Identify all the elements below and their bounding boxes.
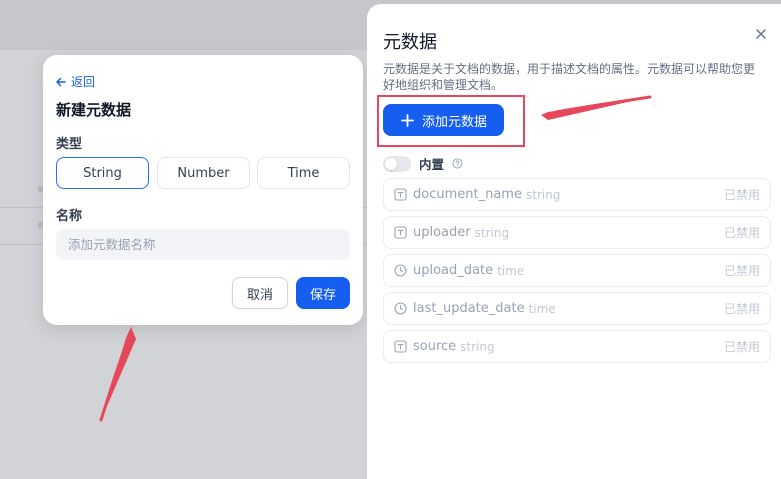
metadata-item-name: upload_date — [413, 263, 494, 278]
save-button[interactable]: 保存 — [296, 277, 350, 309]
metadata-item-type: string — [474, 225, 510, 240]
metadata-item-status: 已禁用 — [723, 188, 760, 202]
arrow-left-icon — [56, 77, 66, 86]
metadata-item-source[interactable]: source string 已禁用 — [383, 330, 771, 363]
metadata-item-name: last_update_date — [413, 301, 525, 316]
panel-description: 元数据是关于文档的数据，用于描述文档的属性。元数据可以帮助您更好地组织和管理文档… — [383, 62, 756, 92]
string-type-icon — [394, 340, 407, 353]
type-option-number[interactable]: Number — [157, 157, 250, 189]
type-option-string[interactable]: String — [56, 157, 149, 189]
metadata-item-type: string — [525, 187, 561, 202]
metadata-name-input[interactable] — [56, 229, 350, 260]
metadata-item-name: source — [413, 339, 457, 354]
metadata-item-upload-date[interactable]: upload_date time 已禁用 — [383, 254, 771, 287]
back-button[interactable]: 返回 — [55, 73, 95, 90]
metadata-item-status: 已禁用 — [723, 226, 760, 240]
metadata-panel: 元数据 元数据是关于文档的数据，用于描述文档的属性。元数据可以帮助您更好地组织和… — [367, 4, 781, 479]
metadata-item-name: uploader — [413, 225, 471, 240]
metadata-item-last-update-date[interactable]: last_update_date time 已禁用 — [383, 292, 771, 325]
metadata-item-status: 已禁用 — [723, 302, 760, 316]
builtin-toggle[interactable] — [383, 155, 411, 172]
new-metadata-modal: 返回 新建元数据 类型 String Number Time 名称 取消 保存 — [43, 55, 363, 325]
close-icon[interactable] — [753, 26, 769, 42]
type-option-time[interactable]: Time — [257, 157, 350, 189]
help-circle-icon — [452, 158, 463, 169]
metadata-item-status: 已禁用 — [723, 264, 760, 278]
string-type-icon — [394, 188, 407, 201]
metadata-item-name: document_name — [413, 187, 522, 202]
type-label: 类型 — [56, 137, 83, 152]
cancel-button[interactable]: 取消 — [232, 277, 288, 309]
name-label: 名称 — [56, 209, 83, 224]
annotation-highlight-box — [377, 95, 525, 147]
metadata-item-type: time — [528, 301, 556, 316]
metadata-item-type: time — [497, 263, 525, 278]
metadata-item-document-name[interactable]: document_name string 已禁用 — [383, 178, 771, 211]
clock-icon — [394, 264, 407, 277]
modal-title: 新建元数据 — [56, 101, 132, 119]
clock-icon — [394, 302, 407, 315]
string-type-icon — [394, 226, 407, 239]
back-label: 返回 — [71, 75, 96, 89]
metadata-item-uploader[interactable]: uploader string 已禁用 — [383, 216, 771, 249]
metadata-item-type: string — [460, 339, 495, 354]
builtin-row: 内置 — [383, 154, 463, 173]
panel-title: 元数据 — [383, 32, 437, 53]
builtin-label: 内置 — [419, 157, 445, 172]
metadata-item-status: 已禁用 — [723, 340, 760, 354]
